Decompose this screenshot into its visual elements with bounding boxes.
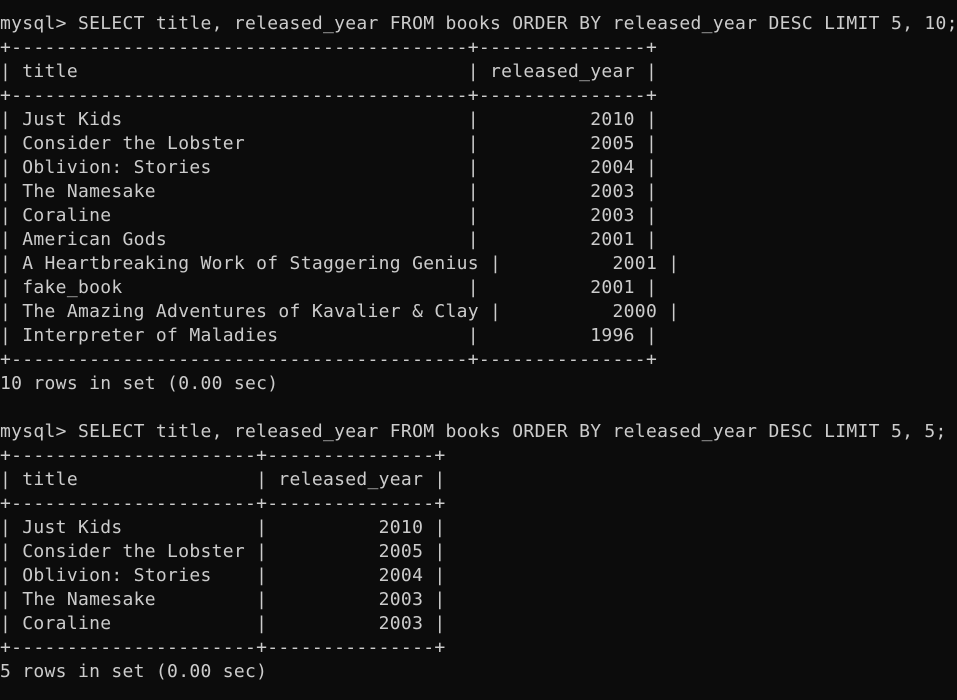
table-border: +---------------------------------------… (0, 85, 658, 106)
table-border: +----------------------+---------------+ (0, 493, 446, 514)
table-row: | Interpreter of Maladies | 1996 | (0, 325, 658, 346)
table-border: +---------------------------------------… (0, 349, 658, 370)
table-row: | Oblivion: Stories | 2004 | (0, 565, 446, 586)
table-row: | The Namesake | 2003 | (0, 181, 658, 202)
table-header: | title | released_year | (0, 61, 658, 82)
table-row: | fake_book | 2001 | (0, 277, 658, 298)
table-border: +----------------------+---------------+ (0, 445, 446, 466)
table-row: | American Gods | 2001 | (0, 229, 658, 250)
table-border: +----------------------+---------------+ (0, 637, 446, 658)
command-line: mysql> SELECT title, released_year FROM … (0, 13, 957, 34)
table-row: | A Heartbreaking Work of Staggering Gen… (0, 253, 680, 274)
table-row: | The Namesake | 2003 | (0, 589, 446, 610)
table-row: | Just Kids | 2010 | (0, 517, 446, 538)
table-header: | title | released_year | (0, 469, 446, 490)
result-summary: 10 rows in set (0.00 sec) (0, 373, 279, 394)
command-line: mysql> SELECT title, released_year FROM … (0, 421, 947, 442)
table-row: | Consider the Lobster | 2005 | (0, 133, 658, 154)
table-row: | The Amazing Adventures of Kavalier & C… (0, 301, 680, 322)
table-row: | Coraline | 2003 | (0, 613, 446, 634)
terminal-output[interactable]: mysql> SELECT title, released_year FROM … (0, 12, 957, 684)
table-row: | Consider the Lobster | 2005 | (0, 541, 446, 562)
table-row: | Just Kids | 2010 | (0, 109, 658, 130)
result-summary: 5 rows in set (0.00 sec) (0, 661, 268, 682)
table-row: | Coraline | 2003 | (0, 205, 658, 226)
table-row: | Oblivion: Stories | 2004 | (0, 157, 658, 178)
table-border: +---------------------------------------… (0, 37, 658, 58)
